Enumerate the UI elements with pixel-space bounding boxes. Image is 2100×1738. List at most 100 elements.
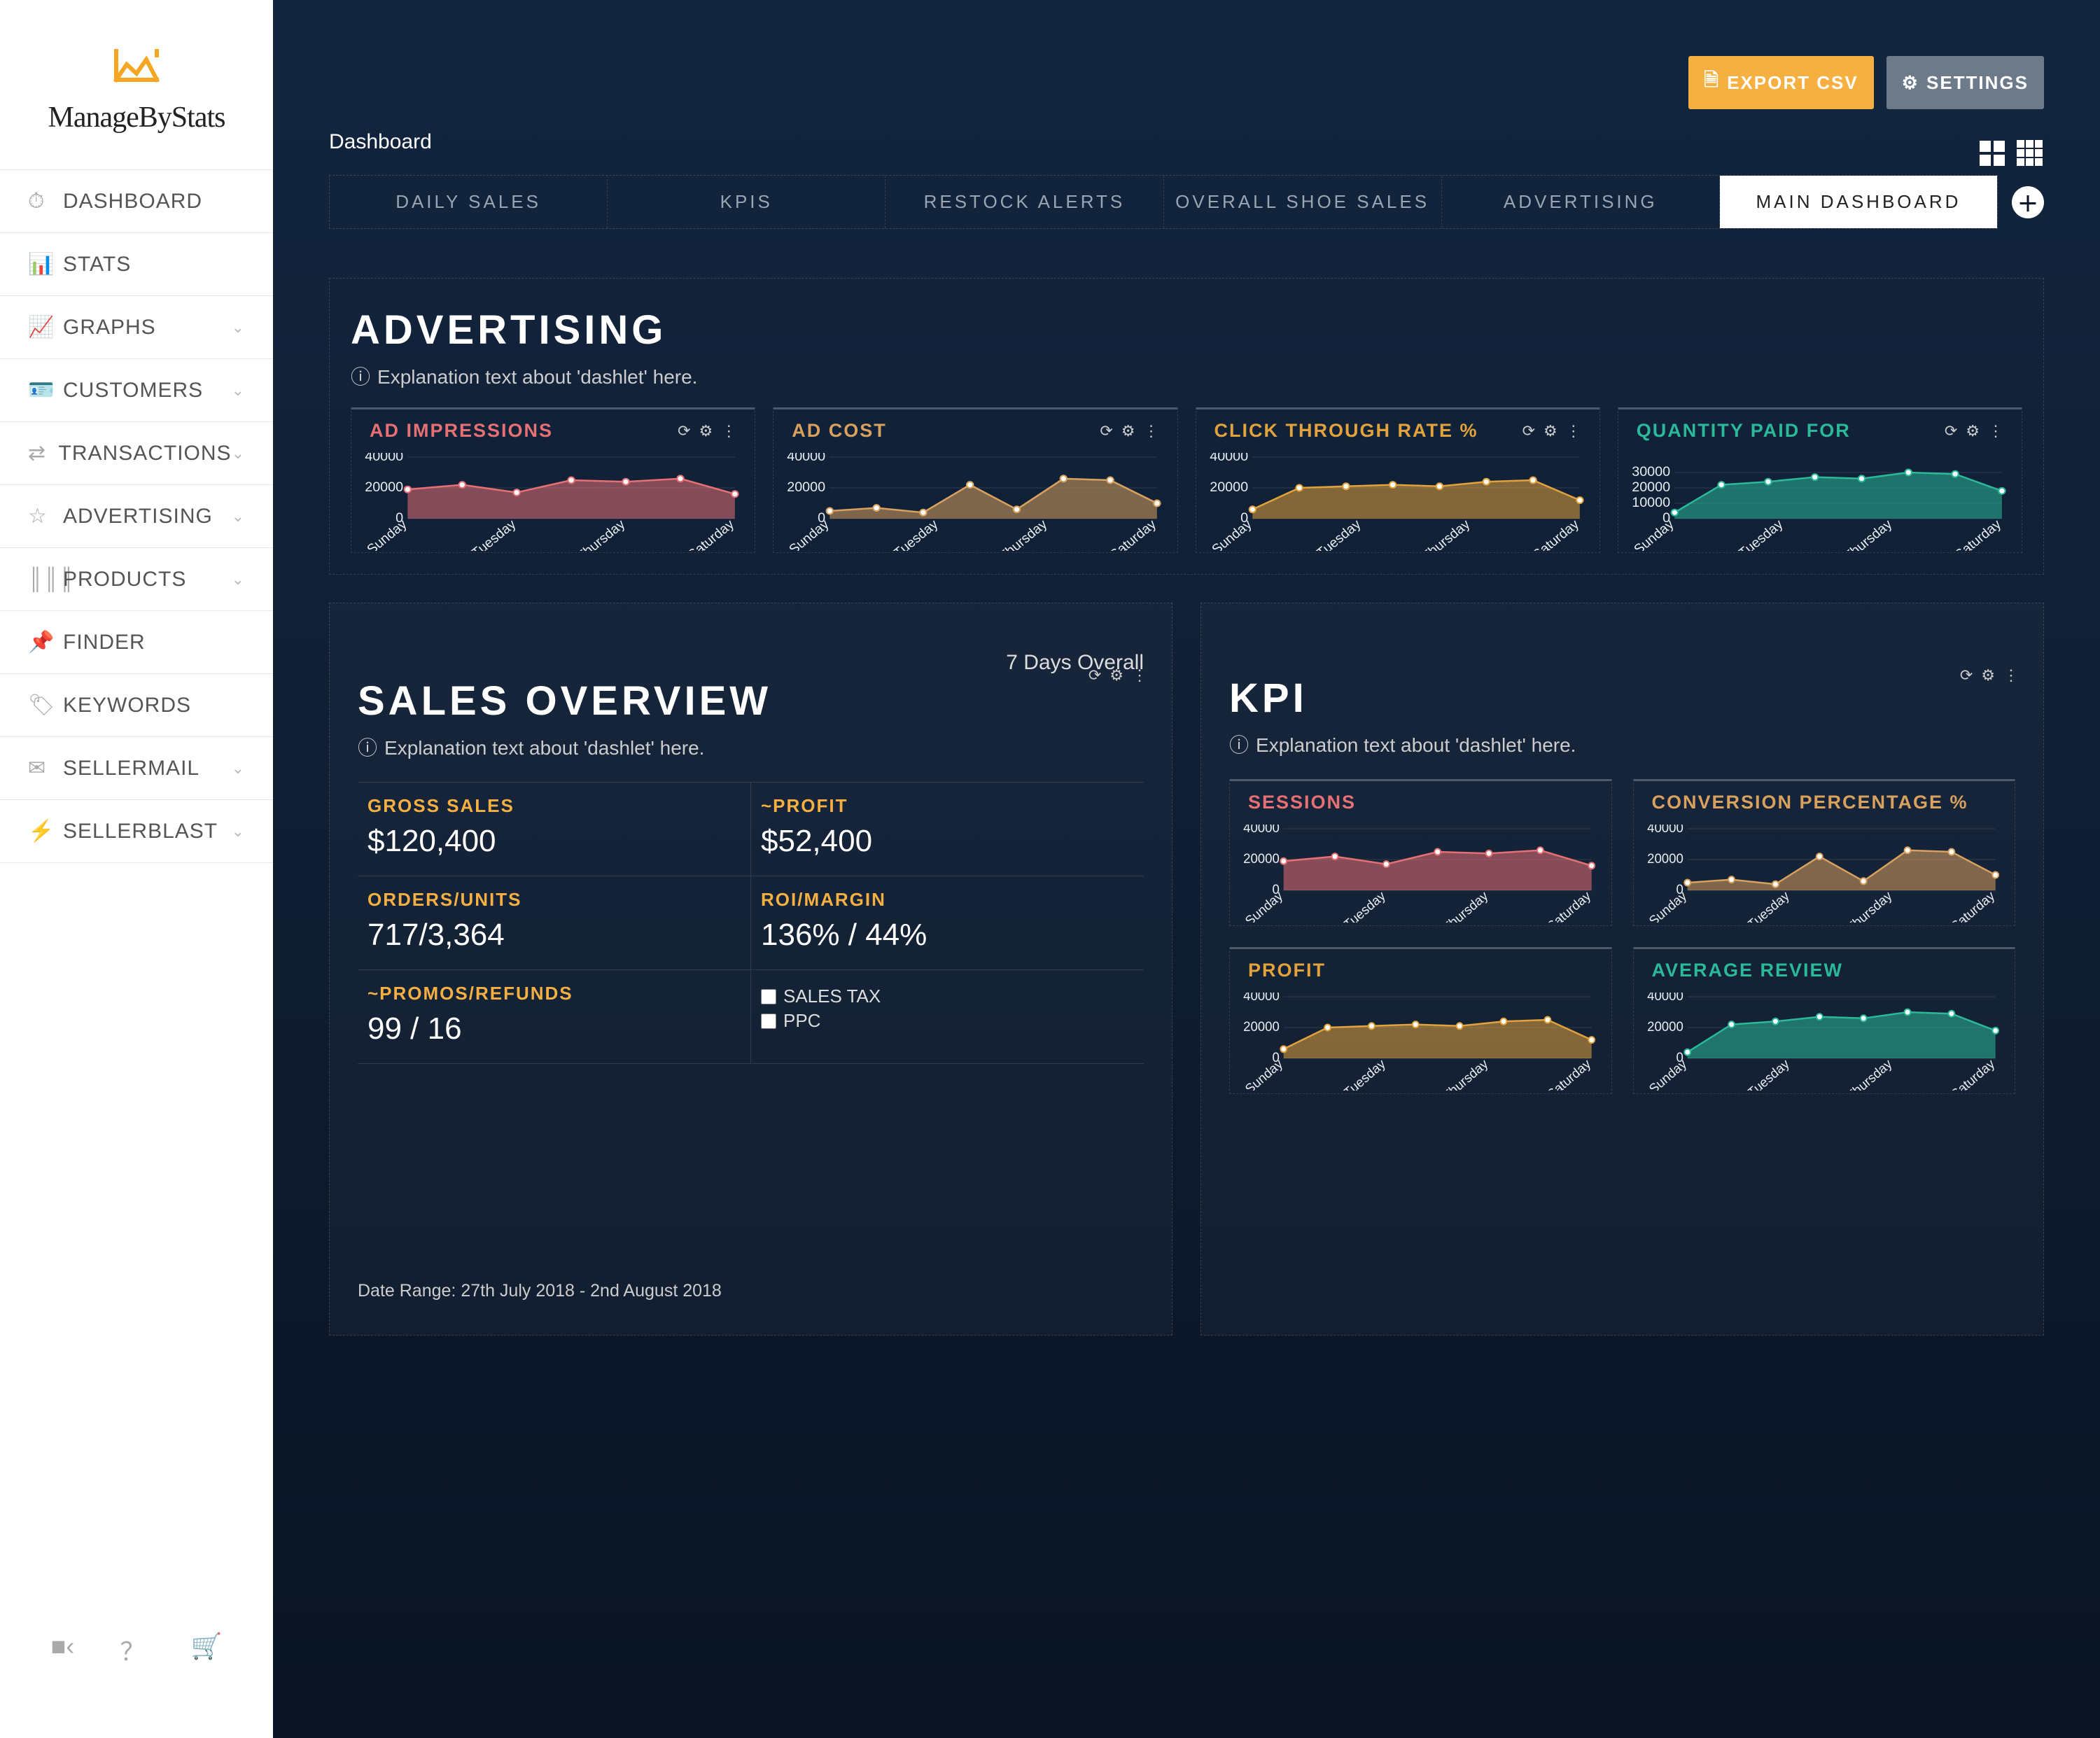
svg-text:Thursday: Thursday — [1843, 1056, 1894, 1091]
page-title: Dashboard — [273, 123, 432, 175]
sidebar-item-finder[interactable]: 📌FINDER — [0, 611, 273, 674]
sidebar-item-keywords[interactable]: 🏷KEYWORDS — [0, 674, 273, 737]
sidebar-item-sellerblast[interactable]: ⚡SELLERBLAST⌄ — [0, 800, 273, 863]
card-title: AVERAGE REVIEW — [1652, 960, 1844, 981]
svg-text:Tuesday: Tuesday — [1735, 517, 1786, 551]
file-icon: 🗎 — [1704, 67, 1720, 98]
svg-text:Tuesday: Tuesday — [1341, 1056, 1389, 1091]
svg-text:Tuesday: Tuesday — [891, 517, 941, 551]
svg-text:Saturday: Saturday — [1530, 517, 1582, 551]
svg-text:20000: 20000 — [365, 479, 403, 495]
sidebar-item-advertising[interactable]: ☆ADVERTISING⌄ — [0, 485, 273, 548]
svg-text:Sunday: Sunday — [364, 517, 410, 551]
sidebar-item-products[interactable]: ║║║PRODUCTS⌄ — [0, 548, 273, 611]
more-icon[interactable]: ⋮ — [1566, 422, 1581, 440]
kpi-cards: SESSIONS 02000040000 SundayTuesdayThursd… — [1229, 779, 2015, 1094]
svg-text:40000: 40000 — [1243, 993, 1280, 1003]
card-kpi-profit: PROFIT 02000040000 SundayTuesdayThursday… — [1229, 947, 1612, 1094]
help-icon[interactable]: ？ — [120, 1632, 145, 1668]
svg-text:Tuesday: Tuesday — [1744, 1056, 1792, 1091]
tab-main-dashboard[interactable]: MAIN DASHBOARD — [1720, 176, 1997, 228]
svg-text:Saturday: Saturday — [1544, 888, 1594, 923]
logo-icon — [112, 49, 161, 88]
info-icon: ⓘ — [351, 362, 370, 390]
tab-advertising[interactable]: ADVERTISING — [1442, 176, 1720, 228]
refresh-icon[interactable]: ⟳ — [1945, 422, 1957, 440]
card-title: CONVERSION PERCENTAGE % — [1652, 792, 1968, 813]
more-icon[interactable]: ⋮ — [2003, 666, 2019, 685]
svg-text:20000: 20000 — [1243, 1019, 1280, 1034]
bolt-icon: ⚡ — [28, 819, 63, 843]
gear-icon[interactable]: ⚙ — [699, 422, 713, 440]
chart: 02000040000 SundayTuesdayThursdaySaturda… — [1203, 453, 1592, 551]
svg-text:Saturday: Saturday — [1947, 888, 1997, 923]
refresh-icon[interactable]: ⟳ — [1100, 422, 1112, 440]
settings-button[interactable]: ⚙SETTINGS — [1886, 56, 2044, 109]
add-tab-button[interactable]: ＋ — [2012, 186, 2044, 218]
cart-icon[interactable]: 🛒 — [191, 1632, 223, 1668]
refresh-icon[interactable]: ⟳ — [1960, 666, 1973, 685]
chevron-down-icon: ⌄ — [232, 822, 245, 841]
gear-icon[interactable]: ⚙ — [1121, 422, 1135, 440]
svg-text:Thursday: Thursday — [1440, 1056, 1491, 1091]
id-card-icon: 🪪 — [28, 378, 63, 402]
tab-daily-sales[interactable]: DAILY SALES — [330, 176, 608, 228]
advertising-cards: AD IMPRESSIONS ⟳⚙⋮ 02000040000 SundayTue… — [351, 407, 2022, 553]
card-average-review: AVERAGE REVIEW 02000040000 SundayTuesday… — [1633, 947, 2016, 1094]
svg-text:10000: 10000 — [1632, 495, 1670, 510]
sidebar-item-graphs[interactable]: 📈GRAPHS⌄ — [0, 296, 273, 359]
svg-text:40000: 40000 — [1243, 825, 1280, 835]
sidebar-item-transactions[interactable]: ⇄TRANSACTIONS⌄ — [0, 422, 273, 485]
sidebar: ManageByStats ⏱DASHBOARD 📊STATS 📈GRAPHS⌄… — [0, 0, 273, 1738]
svg-text:Sunday: Sunday — [1242, 1056, 1286, 1091]
svg-text:30000: 30000 — [1632, 464, 1670, 479]
more-icon[interactable]: ⋮ — [1988, 422, 2003, 440]
checkbox-ppc[interactable]: PPC — [761, 1010, 1134, 1032]
tab-kpis[interactable]: KPIS — [608, 176, 886, 228]
tab-overall-shoe-sales[interactable]: OVERALL SHOE SALES — [1164, 176, 1442, 228]
export-csv-button[interactable]: 🗎EXPORT CSV — [1688, 56, 1874, 109]
gear-icon[interactable]: ⚙ — [1110, 666, 1124, 685]
refresh-icon[interactable]: ⟳ — [1088, 666, 1101, 685]
mail-icon: ✉ — [28, 756, 63, 780]
card-title: PROFIT — [1248, 960, 1326, 981]
gear-icon[interactable]: ⚙ — [1966, 422, 1980, 440]
section-title: KPI — [1229, 675, 2015, 722]
svg-text:Tuesday: Tuesday — [469, 517, 519, 551]
date-range: Date Range: 27th July 2018 - 2nd August … — [358, 1281, 1144, 1301]
card-ad-impressions: AD IMPRESSIONS ⟳⚙⋮ 02000040000 SundayTue… — [351, 407, 755, 553]
barcode-icon: ║║║ — [28, 568, 63, 591]
svg-text:Tuesday: Tuesday — [1313, 517, 1364, 551]
svg-text:20000: 20000 — [1647, 851, 1684, 866]
svg-text:40000: 40000 — [1647, 993, 1684, 1003]
chart: 02000040000 SundayTuesdayThursdaySaturda… — [358, 453, 748, 551]
svg-text:Saturday: Saturday — [1947, 1056, 1997, 1091]
brand: ManageByStats — [0, 0, 273, 169]
sidebar-item-dashboard[interactable]: ⏱DASHBOARD — [0, 170, 273, 233]
gears-icon: ⚙ — [1902, 72, 1919, 94]
svg-text:Thursday: Thursday — [1440, 888, 1491, 923]
sidebar-item-stats[interactable]: 📊STATS — [0, 233, 273, 296]
section-advertising: ADVERTISING ⓘExplanation text about 'das… — [329, 278, 2044, 575]
sidebar-item-customers[interactable]: 🪪CUSTOMERS⌄ — [0, 359, 273, 422]
sidebar-item-sellermail[interactable]: ✉SELLERMAIL⌄ — [0, 737, 273, 800]
svg-text:Sunday: Sunday — [786, 517, 832, 551]
refresh-icon[interactable]: ⟳ — [678, 422, 690, 440]
grid-large-icon[interactable] — [1978, 139, 2006, 167]
info-icon: ⓘ — [358, 733, 377, 761]
video-icon[interactable]: ■‹ — [51, 1632, 75, 1668]
refresh-icon[interactable]: ⟳ — [1522, 422, 1535, 440]
checkbox-sales-tax[interactable]: SALES TAX — [761, 986, 1134, 1007]
period-label: 7 Days Overall — [358, 651, 1144, 675]
more-icon[interactable]: ⋮ — [721, 422, 736, 440]
gear-icon[interactable]: ⚙ — [1981, 666, 1995, 685]
grid-small-icon[interactable] — [2016, 139, 2044, 167]
svg-text:Sunday: Sunday — [1631, 517, 1677, 551]
more-icon[interactable]: ⋮ — [1132, 666, 1147, 685]
tab-restock-alerts[interactable]: RESTOCK ALERTS — [886, 176, 1163, 228]
svg-text:40000: 40000 — [787, 453, 825, 464]
svg-text:Thursday: Thursday — [1841, 517, 1896, 551]
more-icon[interactable]: ⋮ — [1144, 422, 1159, 440]
cell-promos-refunds: ~PROMOS/REFUNDS99 / 16 — [358, 970, 751, 1063]
gear-icon[interactable]: ⚙ — [1544, 422, 1558, 440]
